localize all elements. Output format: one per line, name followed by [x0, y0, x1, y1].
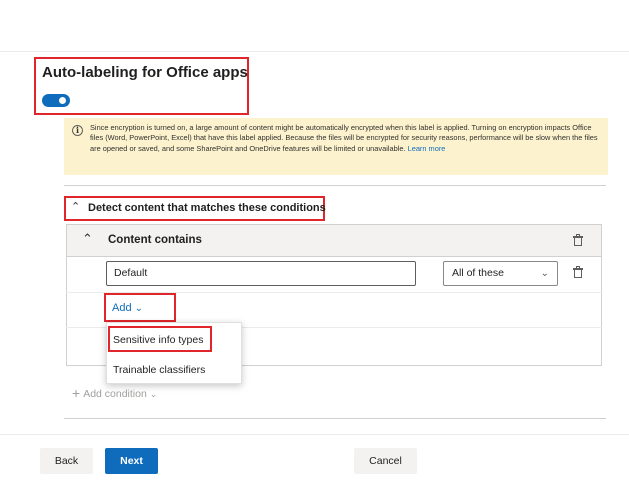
- match-operator-value: All of these: [452, 267, 504, 279]
- match-operator-select[interactable]: All of these ⌄: [443, 261, 558, 286]
- group-name-input[interactable]: Default: [106, 261, 416, 286]
- encryption-warning-banner: i Since encryption is turned on, a large…: [64, 118, 608, 175]
- menu-item-trainable-classifiers[interactable]: Trainable classifiers: [107, 356, 241, 384]
- condition-group-title: Content contains: [108, 234, 202, 246]
- next-button[interactable]: Next: [105, 448, 158, 474]
- warning-text: Since encryption is turned on, a large a…: [90, 123, 600, 154]
- cancel-button[interactable]: Cancel: [354, 448, 417, 474]
- plus-icon: +: [72, 385, 81, 401]
- toggle-knob: [59, 97, 66, 104]
- chevron-up-icon[interactable]: ⌃: [82, 231, 93, 247]
- warning-message: Since encryption is turned on, a large a…: [90, 123, 598, 153]
- back-button[interactable]: Back: [40, 448, 93, 474]
- chevron-down-icon: ⌄: [540, 268, 549, 279]
- menu-item-highlight-box: [108, 326, 212, 352]
- section-title: Auto-labeling for Office apps: [42, 64, 248, 81]
- add-condition-label: Add condition: [83, 388, 147, 400]
- chevron-down-icon: ⌄: [134, 303, 144, 314]
- add-condition-button[interactable]: + Add condition ⌄: [72, 385, 157, 401]
- chevron-up-icon[interactable]: ⌃: [71, 200, 80, 213]
- detect-conditions-heading[interactable]: Detect content that matches these condit…: [88, 202, 326, 214]
- footer-divider: [0, 434, 629, 435]
- learn-more-link[interactable]: Learn more: [408, 144, 446, 153]
- chevron-down-icon: ⌄: [149, 389, 158, 399]
- add-button[interactable]: Add ⌄: [112, 302, 143, 314]
- add-label: Add: [112, 302, 132, 314]
- delete-row-icon[interactable]: [573, 266, 583, 278]
- divider: [64, 185, 606, 186]
- info-icon: i: [72, 125, 83, 136]
- divider: [64, 418, 606, 419]
- auto-labeling-toggle[interactable]: [42, 94, 70, 107]
- delete-group-icon[interactable]: [573, 234, 583, 246]
- top-divider: [0, 51, 629, 52]
